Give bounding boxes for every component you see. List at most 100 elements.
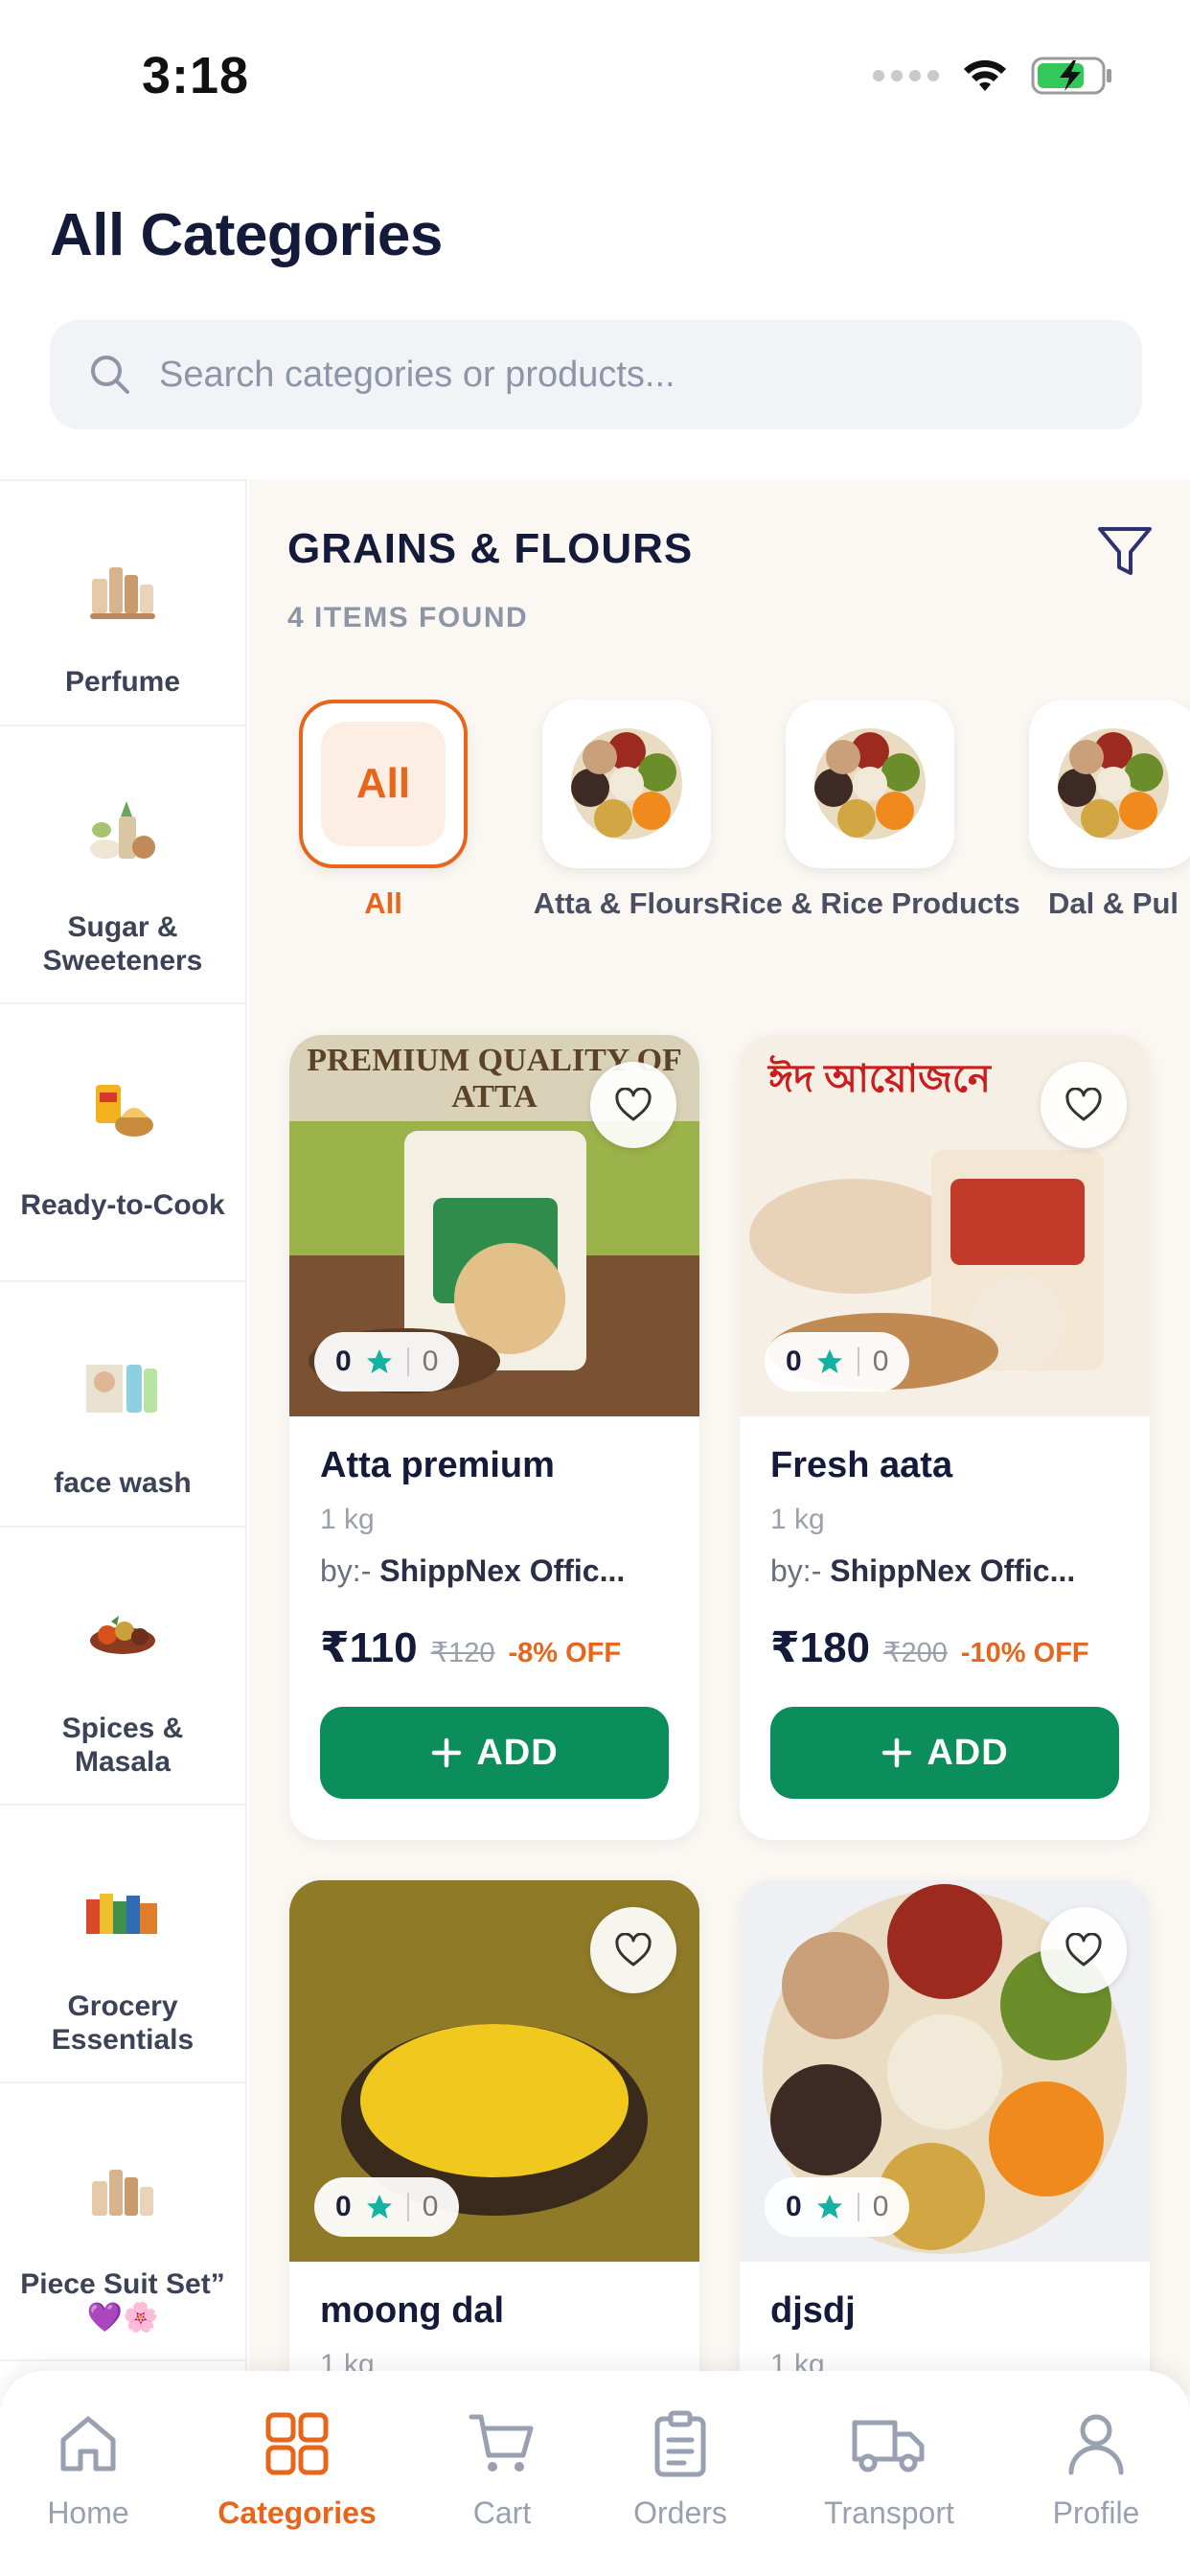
plus-icon <box>432 1737 462 1768</box>
sidebar-item-spices-masala[interactable]: Spices & Masala <box>0 1528 245 1806</box>
subcat-rice-products[interactable]: Rice & Rice Products <box>720 700 1020 922</box>
subcat-label: Rice & Rice Products <box>720 886 1020 920</box>
page-title: All Categories <box>50 202 443 268</box>
subcat-tile <box>1029 700 1190 868</box>
nav-label: Transport <box>824 2496 954 2530</box>
star-icon <box>366 1349 392 1373</box>
ready-to-cook-thumbnail-icon <box>96 1085 153 1137</box>
grains-thumbnail-icon <box>571 728 682 840</box>
nav-label: Home <box>47 2496 129 2530</box>
product-image[interactable]: ঈদ আয়োজনে 0 0 <box>740 1035 1150 1416</box>
rating-pill: 0 0 <box>314 2177 460 2237</box>
product-name: Atta premium <box>320 1445 555 1485</box>
sidebar-item-label: Ready-to-Cook <box>20 1189 225 1221</box>
rating-pill: 0 0 <box>314 1332 460 1392</box>
product-seller: by:- ShippNex Offic... <box>320 1553 626 1588</box>
sidebar-item-sugar-sweeteners[interactable]: Sugar & Sweeteners <box>0 726 245 1004</box>
product-mrp: ₹200 <box>883 1638 948 1668</box>
rating-pill: 0 0 <box>765 2177 910 2237</box>
subcat-tile-text: All <box>321 722 446 846</box>
nav-label: Cart <box>472 2496 532 2530</box>
wifi-icon <box>964 59 1006 91</box>
grains-thumbnail-icon <box>814 728 926 840</box>
subcat-dal-pulses[interactable]: Dal & Pul <box>1027 700 1190 922</box>
favorite-button[interactable] <box>590 1907 676 1993</box>
star-icon <box>816 1349 842 1373</box>
star-icon <box>366 2195 392 2219</box>
heart-icon <box>1065 1933 1102 1966</box>
nav-orders[interactable]: Orders <box>584 2409 776 2531</box>
favorite-button[interactable] <box>1041 1907 1127 1993</box>
product-card[interactable]: PREMIUM QUALITY OF ATTA 0 0 Atta premium… <box>289 1035 699 1840</box>
sidebar-item-face-wash[interactable]: face wash <box>0 1282 245 1528</box>
product-name: djsdj <box>770 2290 856 2331</box>
status-bar: 3:18 <box>0 0 1190 144</box>
filter-icon[interactable] <box>1094 521 1156 583</box>
nav-categories[interactable]: Categories <box>201 2409 393 2531</box>
sidebar-item-label: Sugar & Sweeteners <box>42 911 203 977</box>
product-image[interactable]: PREMIUM QUALITY OF ATTA 0 0 <box>289 1035 699 1416</box>
sidebar-item-piece-suit-set[interactable]: Piece Suit Set” 💜🌸 <box>0 2083 245 2361</box>
price-row: ₹180 ₹200 -10% OFF <box>770 1623 1119 1672</box>
category-sidebar: Perfume Sugar & Sweeteners Ready-to-Cook… <box>0 479 247 2396</box>
favorite-button[interactable] <box>590 1062 676 1148</box>
rating-count: 0 <box>872 2191 889 2222</box>
add-to-cart-button[interactable]: ADD <box>320 1707 669 1799</box>
subcat-atta-flours[interactable]: Atta & Flours <box>534 700 720 922</box>
search-input[interactable] <box>159 354 1021 396</box>
rating-count: 0 <box>872 1346 889 1377</box>
rating-pill: 0 0 <box>765 1332 910 1392</box>
add-button-label: ADD <box>927 1732 1009 1773</box>
sidebar-item-label: face wash <box>54 1467 192 1499</box>
sugar-thumbnail-icon <box>90 801 155 859</box>
subcat-all[interactable]: All All <box>297 700 469 922</box>
rating-value: 0 <box>335 1346 352 1377</box>
discount-badge: -10% OFF <box>960 1638 1089 1668</box>
grains-thumbnail-icon <box>1058 728 1169 840</box>
product-image-caption: ঈদ আয়োজনে <box>768 1058 991 1100</box>
spices-thumbnail-icon <box>90 1616 155 1654</box>
status-time: 3:18 <box>142 47 250 104</box>
discount-badge: -8% OFF <box>508 1638 622 1668</box>
home-icon <box>60 2416 116 2472</box>
subcategory-strip: All All Atta & Flours Rice & Rice Produc… <box>297 700 1190 968</box>
product-unit: 1 kg <box>770 1504 825 1535</box>
product-card[interactable]: ঈদ আয়োজনে 0 0 Fresh aata 1 kg by:- Ship… <box>740 1035 1150 1840</box>
user-icon <box>1068 2414 1124 2475</box>
product-name: Fresh aata <box>770 1445 953 1485</box>
items-found-count: 4 ITEMS FOUND <box>287 602 529 633</box>
add-button-label: ADD <box>476 1732 559 1773</box>
subcat-label: Dal & Pul <box>1047 886 1179 920</box>
nav-cart[interactable]: Cart <box>406 2409 598 2531</box>
nav-label: Orders <box>633 2496 727 2530</box>
product-image[interactable]: 0 0 <box>740 1880 1150 2262</box>
star-icon <box>816 2195 842 2219</box>
rating-value: 0 <box>335 2191 352 2222</box>
rating-count: 0 <box>422 2191 439 2222</box>
product-panel: GRAINS & FLOURS 4 ITEMS FOUND All All At… <box>249 479 1190 2396</box>
perfume-thumbnail-icon <box>90 567 155 619</box>
search-bar[interactable] <box>50 320 1142 429</box>
product-card[interactable]: 0 0 moong dal 1 kg <box>289 1880 699 2396</box>
sidebar-item-perfume[interactable]: Perfume <box>0 481 245 726</box>
product-image[interactable]: 0 0 <box>289 1880 699 2262</box>
sidebar-item-grocery-essentials[interactable]: Grocery Essentials <box>0 1806 245 2083</box>
subcat-tile: All <box>299 700 468 868</box>
add-to-cart-button[interactable]: ADD <box>770 1707 1119 1799</box>
nav-home[interactable]: Home <box>0 2409 184 2531</box>
favorite-button[interactable] <box>1041 1062 1127 1148</box>
product-mrp: ₹120 <box>430 1638 495 1668</box>
grocery-thumbnail-icon <box>86 1894 157 1934</box>
nav-label: Categories <box>217 2496 377 2530</box>
nav-profile[interactable]: Profile <box>1000 2409 1190 2531</box>
truck-icon <box>852 2420 925 2472</box>
nav-transport[interactable]: Transport <box>793 2409 985 2531</box>
face-wash-thumbnail-icon <box>86 1365 157 1413</box>
heart-icon <box>615 1088 652 1121</box>
sidebar-item-ready-to-cook[interactable]: Ready-to-Cook <box>0 1004 245 1282</box>
battery-charging-icon <box>1031 57 1111 95</box>
sidebar-item-label: Piece Suit Set” 💜🌸 <box>20 2268 225 2334</box>
price-row: ₹110 ₹120 -8% OFF <box>320 1623 669 1672</box>
product-card[interactable]: 0 0 djsdj 1 kg <box>740 1880 1150 2396</box>
rating-value: 0 <box>786 2191 802 2222</box>
